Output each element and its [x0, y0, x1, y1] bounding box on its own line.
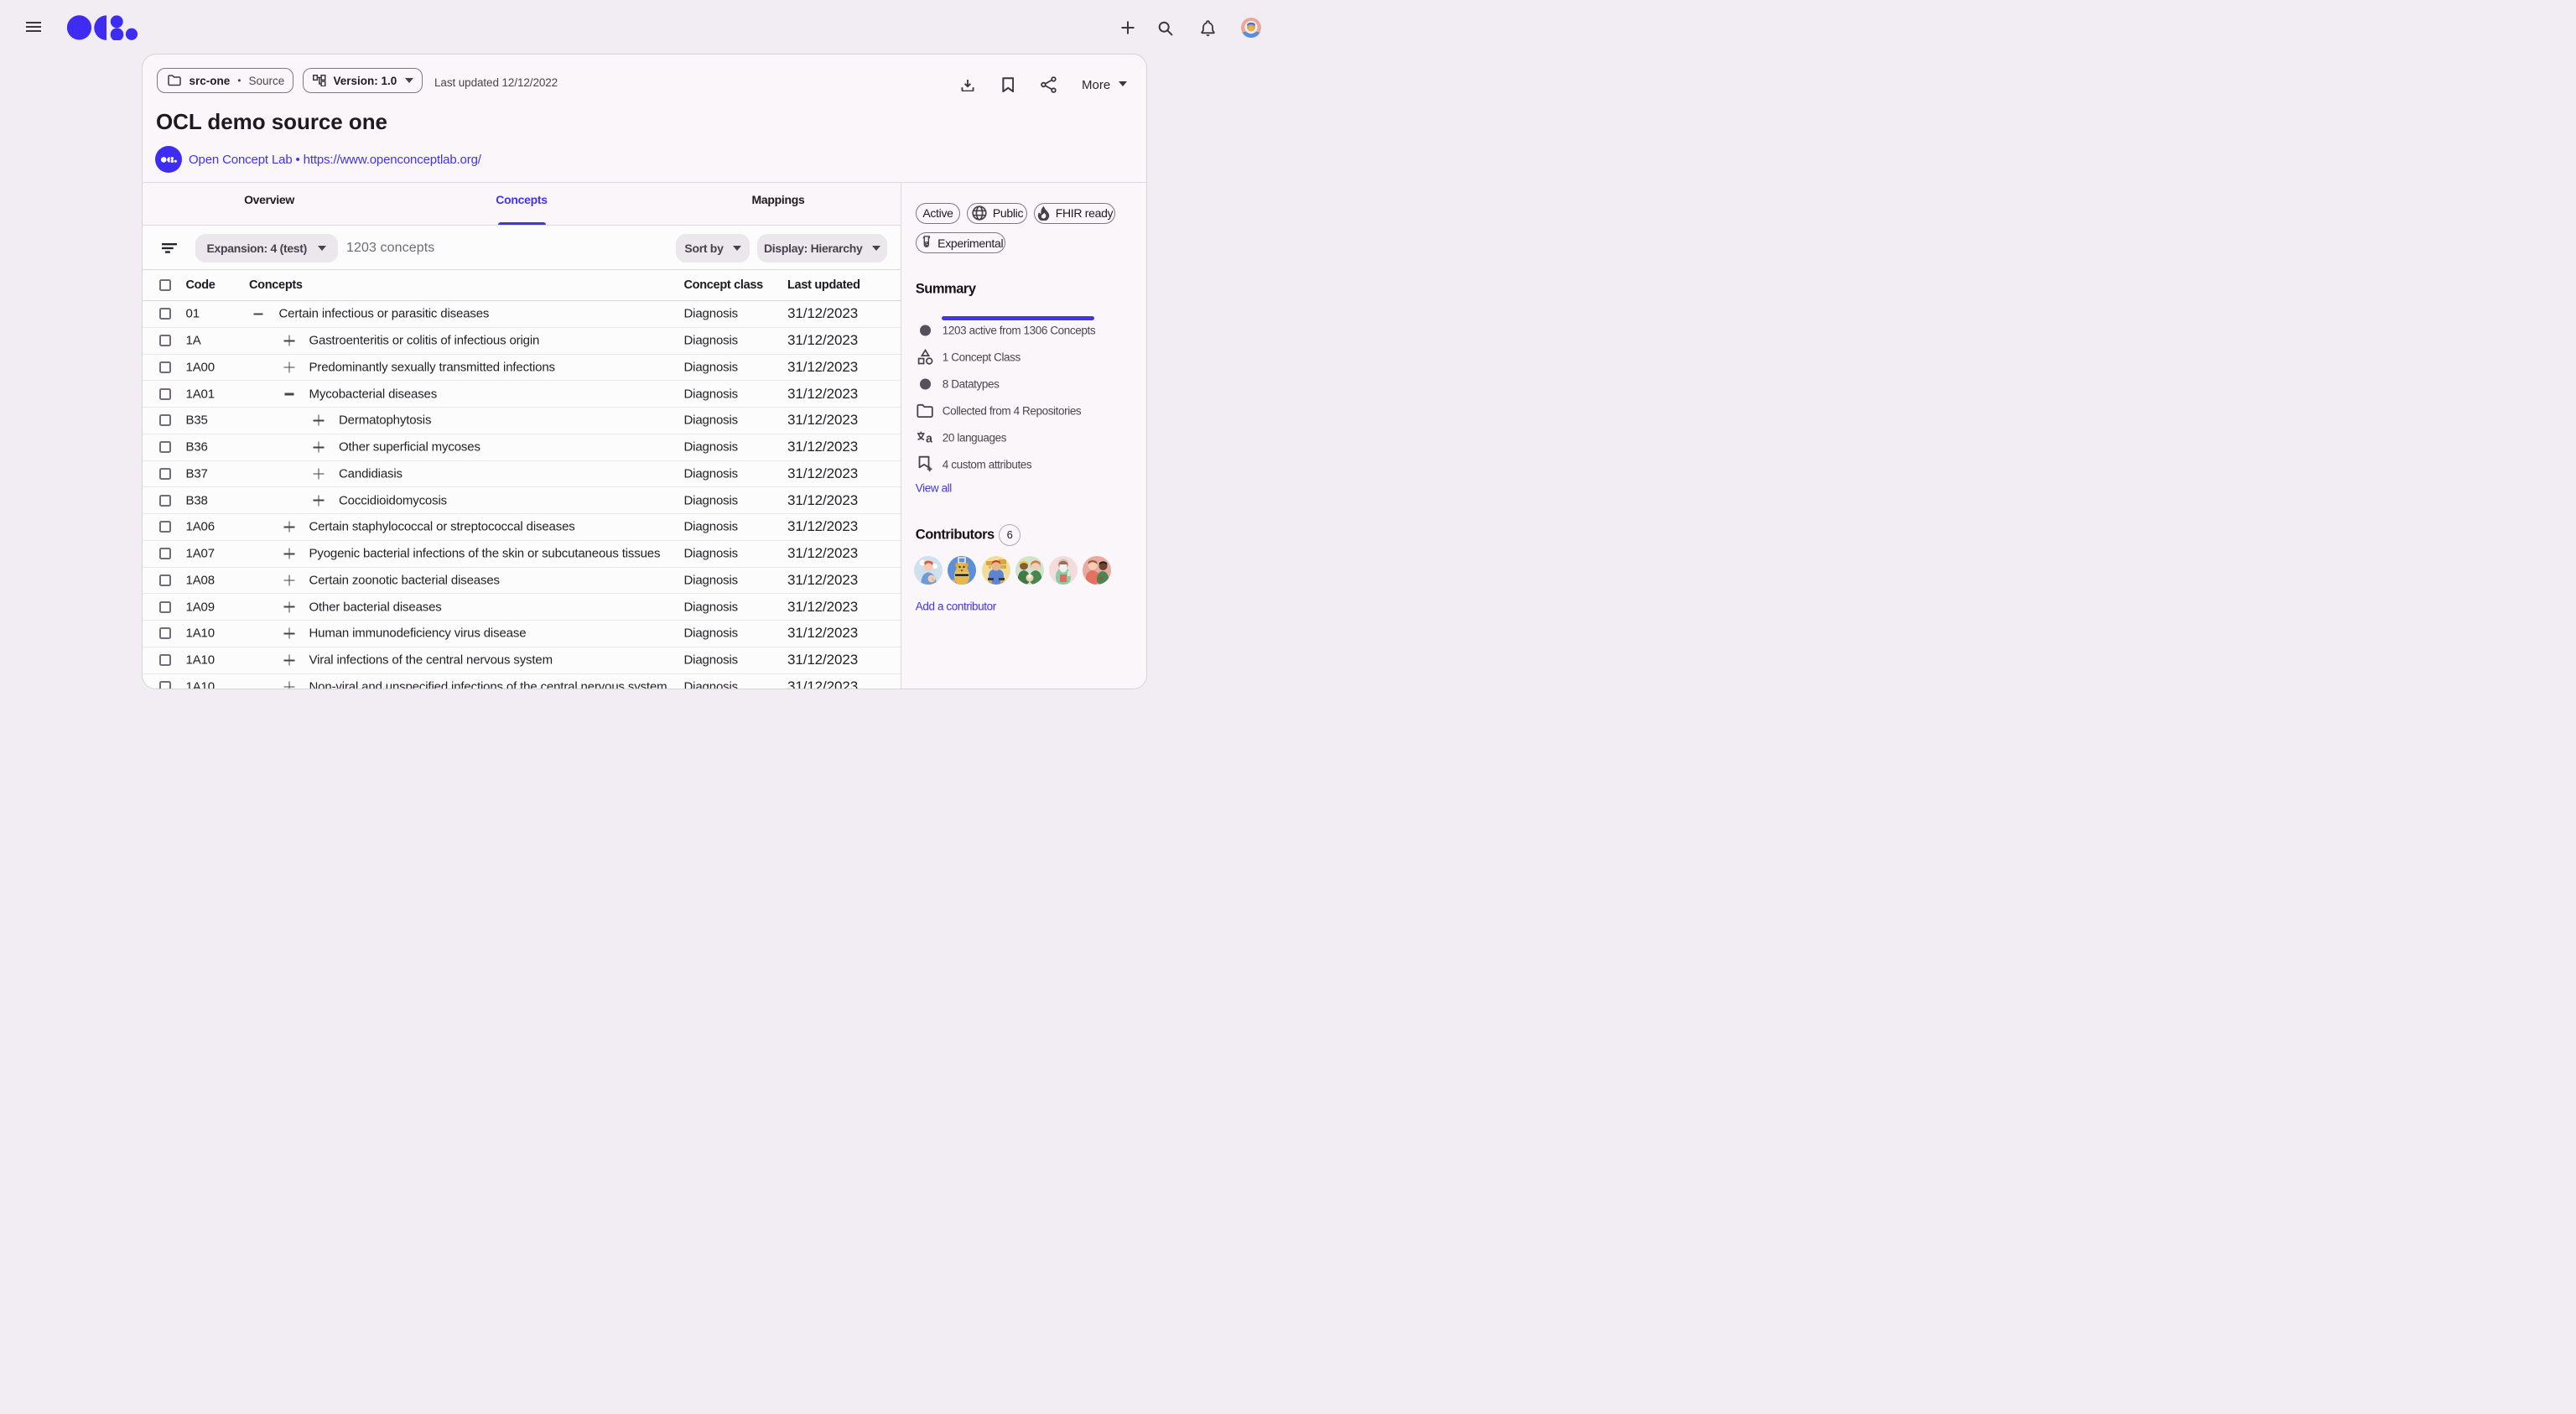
svg-text:a: a: [926, 433, 933, 444]
